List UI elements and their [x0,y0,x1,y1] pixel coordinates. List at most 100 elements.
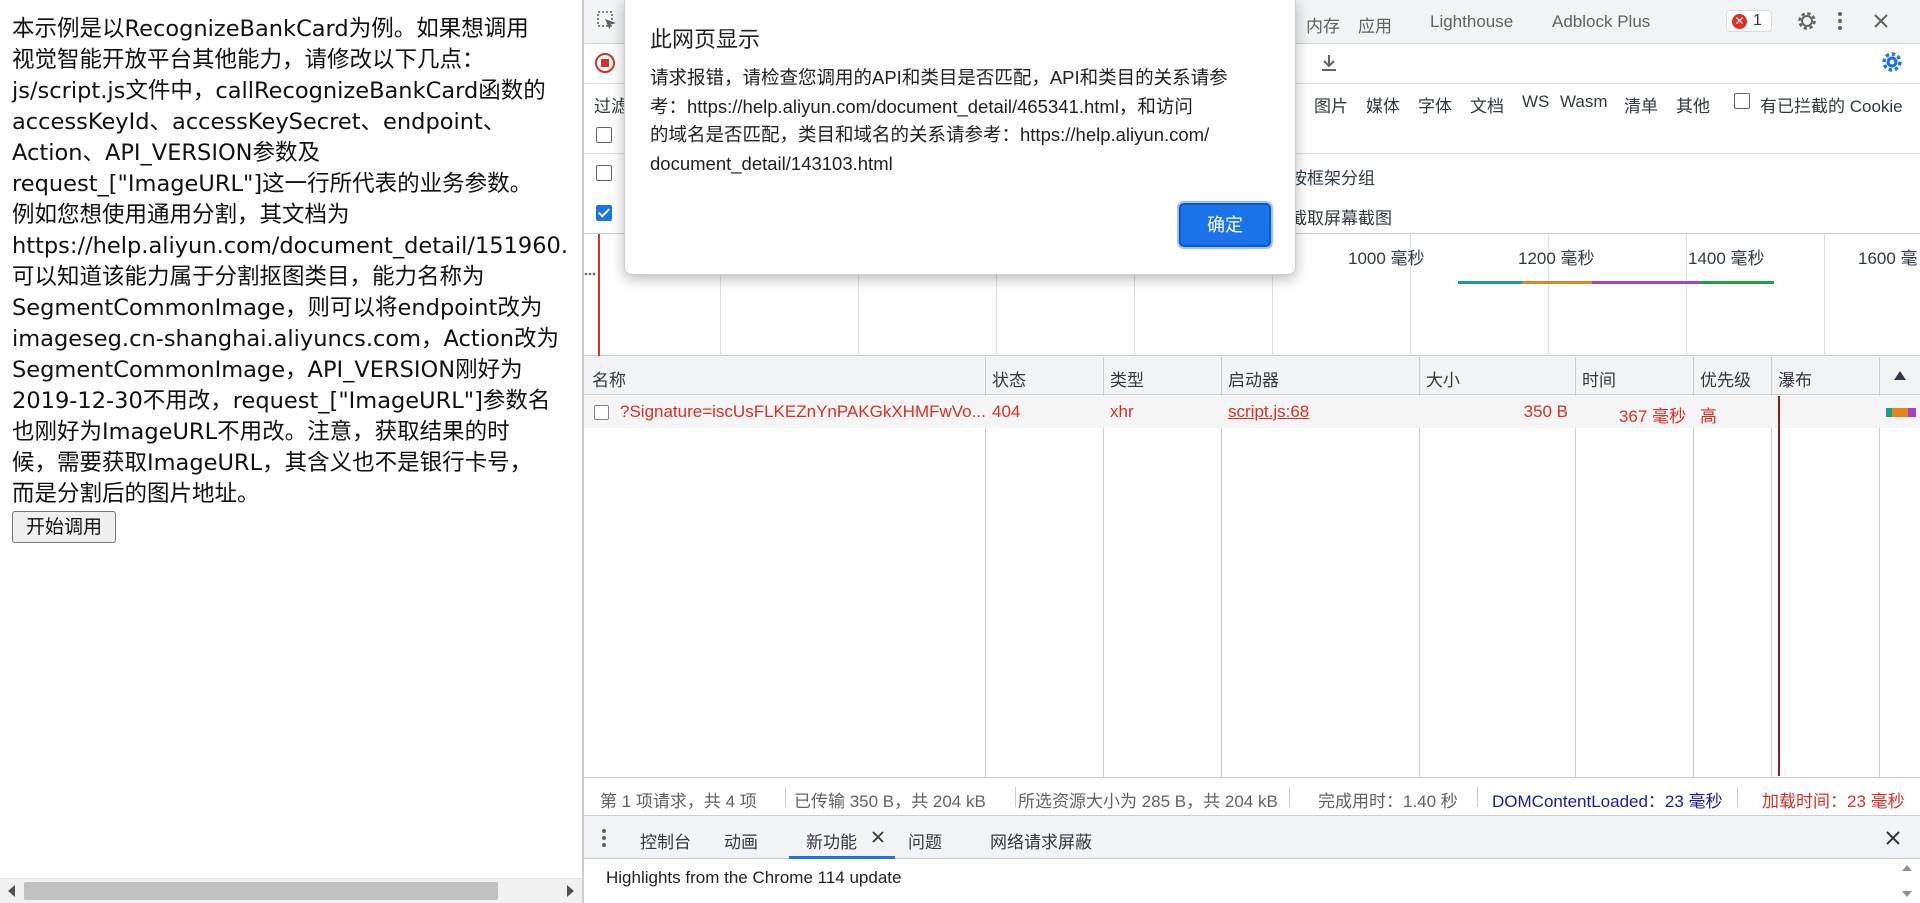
tab-application[interactable]: 应用 [1358,12,1392,37]
page-text-line: SegmentCommonImage，API_VERSION刚好为 [12,357,523,383]
blocked-cookies-checkbox[interactable] [1734,93,1750,109]
network-settings-gear-icon[interactable] [1880,50,1904,74]
sort-ascending-icon[interactable] [1894,371,1906,380]
overview-tick-label: 1400 毫秒 [1688,249,1765,268]
request-table-header: 名称 状态 类型 启动器 大小 时间 优先级 瀑布 [584,357,1920,395]
drawer-tabbar: 控制台 动画 新功能 问题 网络请求屏蔽 [584,815,1920,859]
page-text-line: 2019-12-30不用改，request_["ImageURL"]参数名 [12,388,551,414]
splitter-grip-icon[interactable] [584,270,596,278]
drawer-tab-whats-new[interactable]: 新功能 [806,828,857,853]
page-text-line: SegmentCommonImage，则可以将endpoint改为 [12,295,543,321]
column-priority[interactable]: 优先级 [1700,366,1751,391]
drawer-tab-console[interactable]: 控制台 [640,828,691,853]
request-time: 367 毫秒 [1618,407,1686,426]
overview-tick-label: 1200 毫秒 [1518,249,1595,268]
page-text-line: 而是分割后的图片地址。 [12,481,260,507]
timeline-bar [1592,281,1700,284]
page-text-line: request_["ImageURL"]这一行所代表的业务参数。 [12,171,533,197]
gear-icon[interactable] [1796,10,1818,32]
whats-new-panel: Highlights from the Chrome 114 update [584,859,1920,903]
whats-new-headline: Highlights from the Chrome 114 update [606,868,902,887]
filter-type-img[interactable]: 图片 [1314,92,1348,117]
page-text-line: 候，需要获取ImageURL，其含义也不是银行卡号， [12,450,533,476]
request-priority: 高 [1700,407,1717,426]
dialog-message-line: document_detail/143103.html [650,152,893,174]
error-icon: ✕ [1732,14,1747,29]
filter-type-media[interactable]: 媒体 [1366,92,1400,117]
horizontal-scrollbar[interactable] [0,878,582,903]
page-text-line: 视觉智能开放平台其他能力，请修改以下几点： [12,47,485,73]
column-size[interactable]: 大小 [1426,366,1460,391]
record-stop-icon[interactable] [594,52,616,74]
tab-adblock-plus[interactable]: Adblock Plus [1552,12,1650,32]
filter-type-font[interactable]: 字体 [1418,92,1452,117]
column-name[interactable]: 名称 [592,366,626,391]
scrollbar-thumb[interactable] [24,882,498,900]
filter-type-doc[interactable]: 文档 [1470,92,1504,117]
column-time[interactable]: 时间 [1582,366,1616,391]
alert-dialog: 此网页显示 请求报错，请检查您调用的API和类目是否匹配，API和类目的关系请参… [624,0,1296,275]
page-text-line: accessKeyId、accessKeySecret、endpoint、 [12,109,506,135]
inspect-element-icon[interactable] [596,10,618,32]
drawer-tab-issues[interactable]: 问题 [908,828,942,853]
page-text-line: Action、API_VERSION参数及 [12,140,321,166]
close-tab-icon[interactable] [870,829,886,845]
table-row[interactable]: ?Signature=iscUsFLKEZnYnPAKGkXHMFwVo... … [584,396,1920,428]
column-status[interactable]: 状态 [992,366,1026,391]
error-count-badge[interactable]: ✕ 1 [1726,10,1772,32]
column-waterfall[interactable]: 瀑布 [1778,366,1812,391]
option-checkbox-checked[interactable] [596,205,612,221]
dialog-message-line: 考：https://help.aliyun.com/document_detai… [650,95,1193,117]
drawer-tab-animations[interactable]: 动画 [724,828,758,853]
dialog-message-line: 的域名是否匹配，类目和域名的关系请参考：https://help.aliyun.… [650,124,1210,145]
status-finish: 完成用时：1.40 秒 [1318,792,1458,811]
ok-button[interactable]: 确定 [1179,203,1271,247]
status-transferred: 已传输 350 B，共 204 kB [794,792,986,811]
drawer-tab-request-blocking[interactable]: 网络请求屏蔽 [990,828,1092,853]
drawer-menu-icon[interactable] [600,828,608,848]
download-icon[interactable] [1318,52,1340,74]
tab-lighthouse[interactable]: Lighthouse [1430,12,1513,32]
network-status-bar: 第 1 项请求，共 4 项 已传输 350 B，共 204 kB 所选资源大小为… [584,777,1920,815]
timeline-bar [1522,281,1592,284]
scroll-right-icon[interactable] [567,885,574,897]
tab-memory[interactable]: 内存 [1306,12,1340,37]
overview-tick-label: 1000 毫秒 [1348,249,1425,268]
status-requests: 第 1 项请求，共 4 项 [600,792,757,811]
filter-label: 过滤 [594,97,628,116]
row-file-icon [594,405,609,420]
filter-type-manifest[interactable]: 清单 [1624,92,1658,117]
dialog-title: 此网页显示 [650,27,761,52]
filter-type-ws[interactable]: WS [1522,92,1549,112]
column-type[interactable]: 类型 [1110,366,1144,391]
filter-checkbox[interactable] [596,127,612,143]
page-text-line: 可以知道该能力属于分割抠图类目，能力名称为 [12,264,485,290]
status-dom-content-loaded: DOMContentLoaded：23 毫秒 [1492,792,1723,811]
request-type: xhr [1110,402,1134,421]
column-initiator[interactable]: 启动器 [1228,366,1279,391]
timeline-bar [1458,281,1522,284]
group-by-frame-label: 按框架分组 [1290,169,1375,188]
scroll-down-icon[interactable] [1902,891,1912,897]
page-description: 本示例是以RecognizeBankCard为例。如果想调用 视觉智能开放平台其… [12,14,578,510]
request-initiator-link[interactable]: script.js:68 [1228,402,1309,422]
filter-type-other[interactable]: 其他 [1676,92,1710,117]
dialog-message-line: 请求报错，请检查您调用的API和类目是否匹配，API和类目的关系请参 [650,67,1228,88]
screen: { "page": { "text_lines": [ "本示例是以Recogn… [0,0,1920,903]
request-name[interactable]: ?Signature=iscUsFLKEZnYnPAKGkXHMFwVo... [620,402,986,422]
waterfall-bar [1886,408,1916,417]
page-text-line: 例如您想使用通用分割，其文档为 [12,202,350,228]
option-checkbox[interactable] [596,165,612,181]
start-call-button[interactable]: 开始调用 [12,511,116,543]
scroll-up-icon[interactable] [1902,865,1912,871]
page-text-line: imageseg.cn-shanghai.aliyuncs.com，Action… [12,326,559,352]
close-devtools-icon[interactable] [1872,12,1890,30]
scroll-left-icon[interactable] [8,885,15,897]
page-text-line: 本示例是以RecognizeBankCard为例。如果想调用 [12,16,529,42]
load-event-line [598,234,600,356]
more-options-icon[interactable] [1836,10,1844,32]
filter-type-wasm[interactable]: Wasm [1560,92,1608,112]
page-text-line: js/script.js文件中，callRecognizeBankCard函数的 [12,78,546,104]
close-drawer-icon[interactable] [1884,829,1902,847]
request-size: 350 B [1523,402,1568,421]
